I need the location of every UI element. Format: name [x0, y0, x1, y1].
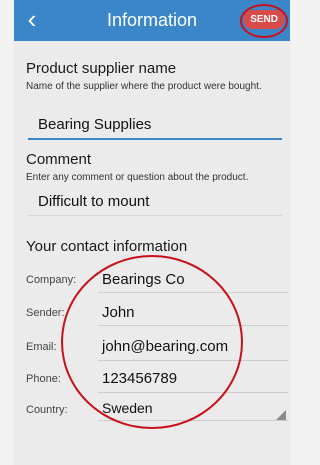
- back-button[interactable]: ‹: [18, 6, 46, 34]
- chevron-left-icon: ‹: [27, 4, 37, 34]
- email-label: Email:: [26, 341, 57, 353]
- contact-highlight-oval: [61, 255, 243, 429]
- page-title: Information: [106, 10, 198, 30]
- phone-label: Phone:: [26, 373, 61, 385]
- supplier-title: Product supplier name: [26, 60, 177, 77]
- app-screen: ‹ Information SEND Product supplier name…: [14, 0, 290, 465]
- supplier-input[interactable]: Bearing Supplies: [28, 116, 282, 140]
- contact-title: Your contact information: [26, 238, 188, 255]
- send-highlight-ring: [240, 4, 288, 38]
- app-bar: ‹ Information SEND: [14, 0, 290, 41]
- comment-input[interactable]: Difficult to mount: [28, 193, 282, 216]
- supplier-description: Name of the supplier where the product w…: [26, 81, 262, 92]
- sender-label: Sender:: [26, 307, 65, 319]
- comment-description: Enter any comment or question about the …: [26, 172, 249, 183]
- dropdown-corner-icon: [276, 410, 286, 420]
- comment-title: Comment: [26, 151, 92, 168]
- country-label: Country:: [26, 404, 68, 416]
- company-label: Company:: [26, 274, 77, 286]
